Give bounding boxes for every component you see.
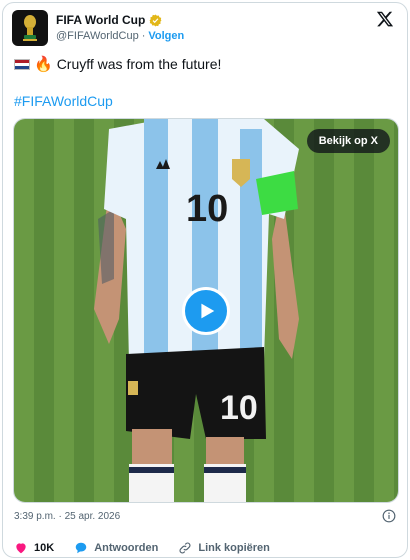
handle-row: @FIFAWorldCup · Volgen [56, 30, 184, 42]
play-icon [201, 303, 215, 319]
hashtag-link[interactable]: #FIFAWorldCup [14, 93, 113, 109]
svg-text:10: 10 [186, 188, 228, 230]
netherlands-flag-icon [14, 58, 30, 70]
watch-on-x-button[interactable]: Bekijk op X [306, 129, 390, 153]
link-icon [179, 542, 191, 554]
separator: · [141, 30, 146, 42]
info-icon[interactable] [382, 509, 396, 523]
reply-label: Antwoorden [94, 542, 159, 554]
verified-badge-icon [149, 14, 162, 26]
tweet-text: Cruyff was from the future! [56, 56, 222, 72]
tweet-text-line: 🔥 Cruyff was from the future! [14, 55, 221, 73]
reply-button[interactable]: Antwoorden [74, 541, 158, 555]
handle[interactable]: @FIFAWorldCup [56, 30, 139, 42]
display-name[interactable]: FIFA World Cup [56, 13, 145, 27]
svg-text:10: 10 [220, 389, 258, 427]
heart-icon [16, 543, 26, 554]
name-row: FIFA World Cup [56, 13, 162, 27]
action-bar: 10K Antwoorden Link kopiëren [14, 541, 290, 555]
trophy-icon [23, 15, 37, 41]
timestamp[interactable]: 3:39 p.m. · 25 apr. 2026 [14, 511, 120, 522]
x-logo-icon[interactable] [376, 10, 394, 28]
play-button[interactable] [182, 287, 230, 335]
avatar[interactable] [12, 10, 48, 46]
follow-button[interactable]: Volgen [148, 30, 184, 42]
like-button[interactable]: 10K [14, 541, 54, 555]
tweet-embed-card: FIFA World Cup @FIFAWorldCup · Volgen 🔥 … [2, 2, 408, 558]
video-media[interactable]: 10 10 Bekijk op X [13, 118, 399, 503]
copy-link-button[interactable]: Link kopiëren [178, 541, 270, 555]
copy-link-label: Link kopiëren [198, 542, 270, 554]
tweet-header: FIFA World Cup @FIFAWorldCup · Volgen [12, 10, 398, 50]
fire-icon: 🔥 [34, 56, 53, 73]
reply-bubble-icon [75, 542, 87, 554]
like-count: 10K [34, 542, 55, 554]
